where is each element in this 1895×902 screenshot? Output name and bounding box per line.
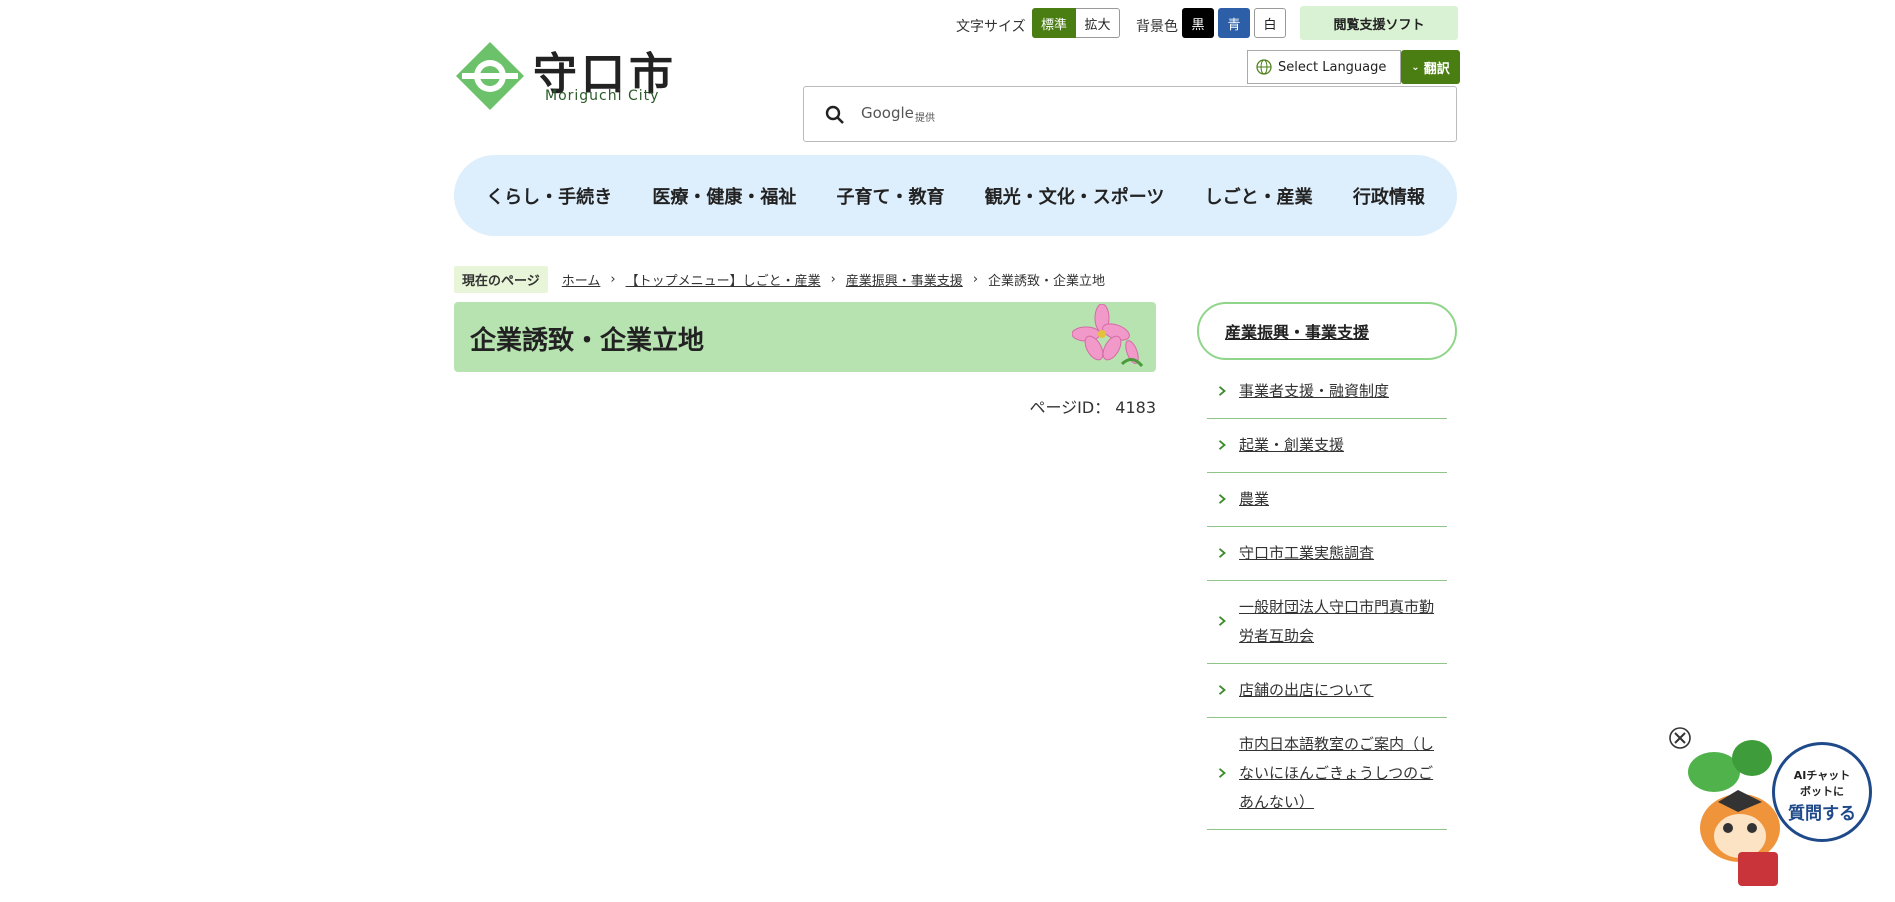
sidebar-item-mutual-aid[interactable]: 一般財団法人守口市門真市勤労者互助会 (1207, 581, 1447, 664)
bg-white-button[interactable]: 白 (1254, 8, 1286, 38)
select-language-label: Select Language (1278, 59, 1387, 75)
breadcrumb-top-menu[interactable]: 【トップメニュー】しごと・産業 (626, 270, 821, 289)
chevron-right-icon (1218, 616, 1226, 626)
chatbot-line3: 質問する (1788, 804, 1856, 824)
sidebar-list: 事業者支援・融資制度 起業・創業支援 農業 守口市工業実態調査 一般財団法人守口… (1207, 365, 1447, 830)
search-box[interactable]: Google 提供 (803, 86, 1457, 142)
sidebar-item-label[interactable]: 事業者支援・融資制度 (1239, 382, 1389, 400)
sidebar-item-label[interactable]: 起業・創業支援 (1239, 436, 1344, 454)
chevron-right-icon (1218, 547, 1226, 558)
chevron-right-icon: › (610, 272, 616, 287)
breadcrumb-industry[interactable]: 産業振興・事業支援 (846, 270, 963, 289)
search-provided-label: 提供 (915, 113, 935, 124)
chevron-right-icon (1218, 684, 1226, 695)
translate-button[interactable]: ⌄ 翻訳 (1401, 50, 1460, 84)
site-subtitle: Moriguchi City (545, 88, 660, 104)
breadcrumb-current: 企業誘致・企業立地 (988, 274, 1106, 289)
global-nav: くらし・手続き 医療・健康・福祉 子育て・教育 観光・文化・スポーツ しごと・産… (454, 155, 1457, 236)
sidebar-heading[interactable]: 産業振興・事業支援 (1197, 302, 1457, 360)
sidebar-item-label[interactable]: 守口市工業実態調査 (1239, 544, 1374, 562)
sidebar-item-business-support[interactable]: 事業者支援・融資制度 (1207, 365, 1447, 419)
page-id: ページID： 4183 (1029, 398, 1156, 417)
translate-label: 翻訳 (1423, 61, 1450, 77)
sidebar-item-agriculture[interactable]: 農業 (1207, 473, 1447, 527)
lily-flower-icon (1072, 304, 1144, 368)
search-icon[interactable] (824, 104, 846, 126)
chatbot-line1: AIチャット (1793, 769, 1851, 782)
sidebar-item-label[interactable]: 一般財団法人守口市門真市勤労者互助会 (1239, 598, 1434, 645)
chevron-right-icon (1218, 767, 1226, 778)
current-page-label: 現在のページ (454, 266, 548, 293)
chevron-right-icon: › (830, 272, 836, 287)
chevron-right-icon (1218, 493, 1226, 504)
city-emblem-icon[interactable] (454, 40, 526, 112)
nav-item-living[interactable]: くらし・手続き (486, 183, 612, 209)
chatbot-widget[interactable]: AIチャット ボットに 質問する (1668, 726, 1888, 896)
font-large-button[interactable]: 拡大 (1076, 8, 1120, 38)
nav-item-administration[interactable]: 行政情報 (1353, 183, 1425, 209)
nav-item-tourism[interactable]: 観光・文化・スポーツ (985, 183, 1165, 209)
chatbot-bubble[interactable]: AIチャット ボットに 質問する (1772, 742, 1872, 842)
search-placeholder: Google (861, 104, 914, 122)
sidebar-heading-link[interactable]: 産業振興・事業支援 (1225, 319, 1369, 343)
sidebar-item-japanese-class[interactable]: 市内日本語教室のご案内（しないにほんごきょうしつのごあんない） (1207, 718, 1447, 830)
nav-item-health[interactable]: 医療・健康・福祉 (652, 183, 796, 209)
background-color-label: 背景色 (1136, 19, 1178, 35)
globe-icon (1256, 59, 1272, 75)
sidebar-item-label[interactable]: 農業 (1239, 490, 1269, 508)
sidebar-item-startup[interactable]: 起業・創業支援 (1207, 419, 1447, 473)
bg-black-button[interactable]: 黒 (1182, 8, 1214, 38)
browse-support-button[interactable]: 閲覧支援ソフト (1300, 6, 1458, 40)
chevron-right-icon: › (972, 272, 979, 287)
sidebar-item-industry-survey[interactable]: 守口市工業実態調査 (1207, 527, 1447, 581)
chatbot-line2: ボットに (1800, 785, 1844, 798)
page-title: 企業誘致・企業立地 (470, 326, 705, 356)
chevron-right-icon (1218, 385, 1226, 396)
sidebar-item-store-opening[interactable]: 店舗の出店について (1207, 664, 1447, 718)
bg-blue-button[interactable]: 青 (1218, 8, 1250, 38)
language-select[interactable]: Select Language (1247, 50, 1401, 84)
font-standard-button[interactable]: 標準 (1032, 8, 1076, 38)
breadcrumb-home[interactable]: ホーム (562, 270, 601, 289)
sidebar-item-label[interactable]: 店舗の出店について (1239, 681, 1374, 699)
chevron-right-icon (1218, 439, 1226, 450)
chevron-down-icon: ⌄ (1411, 61, 1420, 73)
breadcrumb: 現在のページ ホーム › 【トップメニュー】しごと・産業 › 産業振興・事業支援… (454, 266, 1105, 293)
sidebar-item-label[interactable]: 市内日本語教室のご案内（しないにほんごきょうしつのごあんない） (1239, 735, 1434, 811)
font-size-label: 文字サイズ (956, 19, 1026, 35)
nav-item-business[interactable]: しごと・産業 (1205, 183, 1313, 209)
nav-item-childcare[interactable]: 子育て・教育 (837, 183, 945, 209)
